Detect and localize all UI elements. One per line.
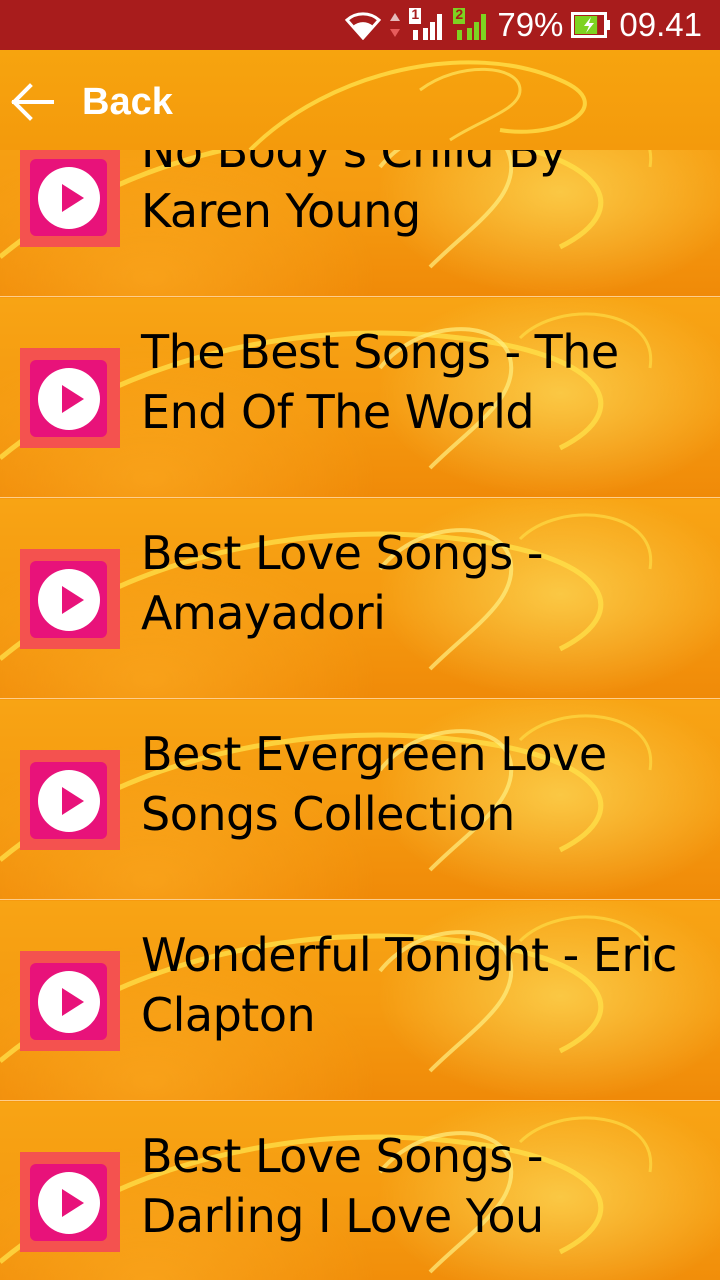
song-title: Wonderful Tonight - Eric Clapton [141, 928, 677, 1042]
play-icon [30, 1164, 107, 1241]
status-icons: 1 2 79% 09.41 [345, 0, 702, 50]
sim2-badge: 2 [455, 6, 464, 22]
battery-percent: 79% [497, 6, 564, 43]
play-icon [30, 963, 107, 1040]
song-title: Best Love Songs - Amayadori [141, 526, 543, 640]
list-item[interactable]: Best Love Songs - Darling I Love You [0, 1102, 720, 1280]
song-title: No Body's Child By Karen Young [141, 150, 566, 238]
play-thumbnail[interactable] [20, 750, 120, 850]
list-item[interactable]: The Best Songs - The End Of The World [0, 298, 720, 498]
sim1-signal-icon: 1 [409, 6, 445, 42]
play-thumbnail[interactable] [20, 951, 120, 1051]
app-header: Back [0, 50, 720, 150]
arrow-left-icon [11, 83, 54, 121]
wifi-icon [345, 10, 382, 40]
list-item[interactable]: No Body's Child By Karen Young [0, 150, 720, 297]
list-item[interactable]: Best Evergreen Love Songs Collection [0, 700, 720, 900]
song-title: Best Evergreen Love Songs Collection [141, 727, 607, 841]
play-icon [30, 561, 107, 638]
play-icon [30, 360, 107, 437]
sim1-badge: 1 [411, 6, 420, 22]
battery-charging-icon [571, 12, 611, 38]
clock: 09.41 [619, 6, 702, 43]
play-thumbnail[interactable] [20, 1152, 120, 1252]
back-label: Back [82, 80, 173, 123]
status-bar: 1 2 79% 09.41 [0, 0, 720, 50]
play-thumbnail[interactable] [20, 348, 120, 448]
list-item[interactable]: Best Love Songs - Amayadori [0, 499, 720, 699]
back-button[interactable]: Back [8, 72, 173, 132]
play-icon [30, 159, 107, 236]
play-thumbnail[interactable] [20, 549, 120, 649]
song-title: The Best Songs - The End Of The World [141, 325, 619, 439]
list-item[interactable]: Wonderful Tonight - Eric Clapton [0, 901, 720, 1101]
data-arrows-icon [389, 11, 401, 39]
song-list[interactable]: No Body's Child By Karen Young The Best … [0, 150, 720, 1280]
song-title: Best Love Songs - Darling I Love You [141, 1129, 544, 1243]
sim2-signal-icon: 2 [453, 6, 489, 42]
play-thumbnail[interactable] [20, 150, 120, 247]
play-icon [30, 762, 107, 839]
